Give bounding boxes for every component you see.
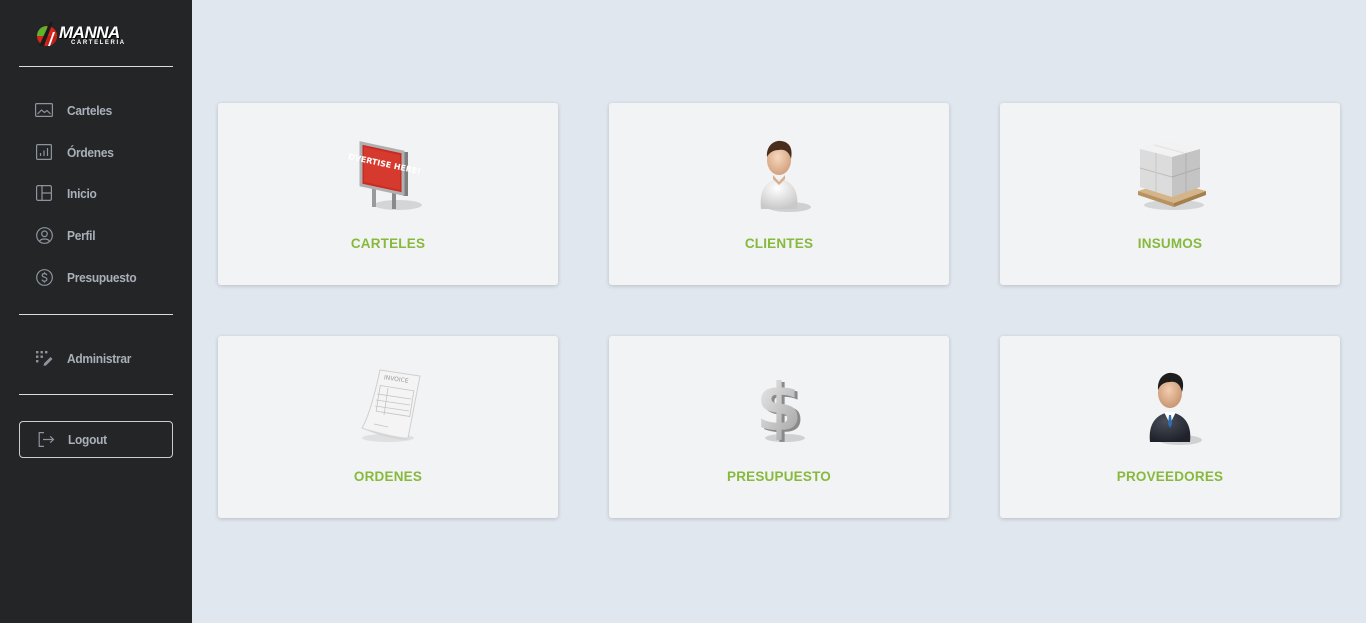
card-proveedores[interactable]: PROVEEDORES xyxy=(1000,336,1340,518)
logout-icon xyxy=(37,431,55,449)
dollar-sign-icon: $ $ xyxy=(739,368,819,448)
logout-button[interactable]: Logout xyxy=(19,421,173,458)
sidebar-item-label: Inicio xyxy=(67,185,97,201)
card-carteles[interactable]: ADVERTISE HERE! CARTELES xyxy=(218,103,558,285)
divider xyxy=(19,314,173,315)
card-label: CLIENTES xyxy=(744,236,814,251)
user-circle-icon xyxy=(35,226,53,244)
boxes-pallet-icon xyxy=(1130,135,1210,215)
divider xyxy=(19,66,173,67)
sidebar-item-label: Administrar xyxy=(67,350,132,366)
card-label: INSUMOS xyxy=(1137,236,1203,251)
sidebar-item-label: Presupuesto xyxy=(67,269,137,285)
card-presupuesto[interactable]: $ $ PRESUPUESTO xyxy=(609,336,949,518)
sidebar-item-perfil[interactable]: Perfil xyxy=(19,220,173,250)
sidebar-item-inicio[interactable]: Inicio xyxy=(19,178,173,208)
card-insumos[interactable]: INSUMOS xyxy=(1000,103,1340,285)
dollar-circle-icon xyxy=(35,268,53,286)
sidebar-item-label: Carteles xyxy=(67,102,113,118)
divider xyxy=(19,394,173,395)
sidebar: MANNA CARTELERIA Carteles Órdenes Inicio… xyxy=(0,0,192,623)
grid-edit-icon xyxy=(35,349,53,367)
layout-icon xyxy=(35,184,53,202)
sidebar-item-label: Perfil xyxy=(67,227,96,243)
logo-title: MANNA xyxy=(59,23,120,42)
svg-text:$: $ xyxy=(756,369,802,446)
card-label: ORDENES xyxy=(353,469,423,484)
logo-subtitle: CARTELERIA xyxy=(71,40,126,46)
card-label: CARTELES xyxy=(350,236,426,251)
bar-chart-icon xyxy=(35,143,53,161)
sidebar-item-ordenes[interactable]: Órdenes xyxy=(19,137,173,167)
sidebar-item-administrar[interactable]: Administrar xyxy=(19,343,173,373)
manna-logo-icon xyxy=(36,20,58,50)
person-icon xyxy=(739,135,819,215)
sidebar-item-carteles[interactable]: Carteles xyxy=(19,95,173,125)
businessman-icon xyxy=(1130,368,1210,448)
invoice-icon: INVOICE xyxy=(348,368,428,448)
card-clientes[interactable]: CLIENTES xyxy=(609,103,949,285)
image-icon xyxy=(35,101,53,119)
billboard-icon: ADVERTISE HERE! xyxy=(341,135,428,215)
card-ordenes[interactable]: INVOICE ORDENES xyxy=(218,336,558,518)
logout-label: Logout xyxy=(68,432,107,447)
sidebar-item-label: Órdenes xyxy=(67,144,114,160)
card-label: PROVEEDORES xyxy=(1116,469,1224,484)
card-label: PRESUPUESTO xyxy=(727,469,831,484)
sidebar-item-presupuesto[interactable]: Presupuesto xyxy=(19,262,173,292)
logo[interactable]: MANNA CARTELERIA xyxy=(36,19,124,51)
